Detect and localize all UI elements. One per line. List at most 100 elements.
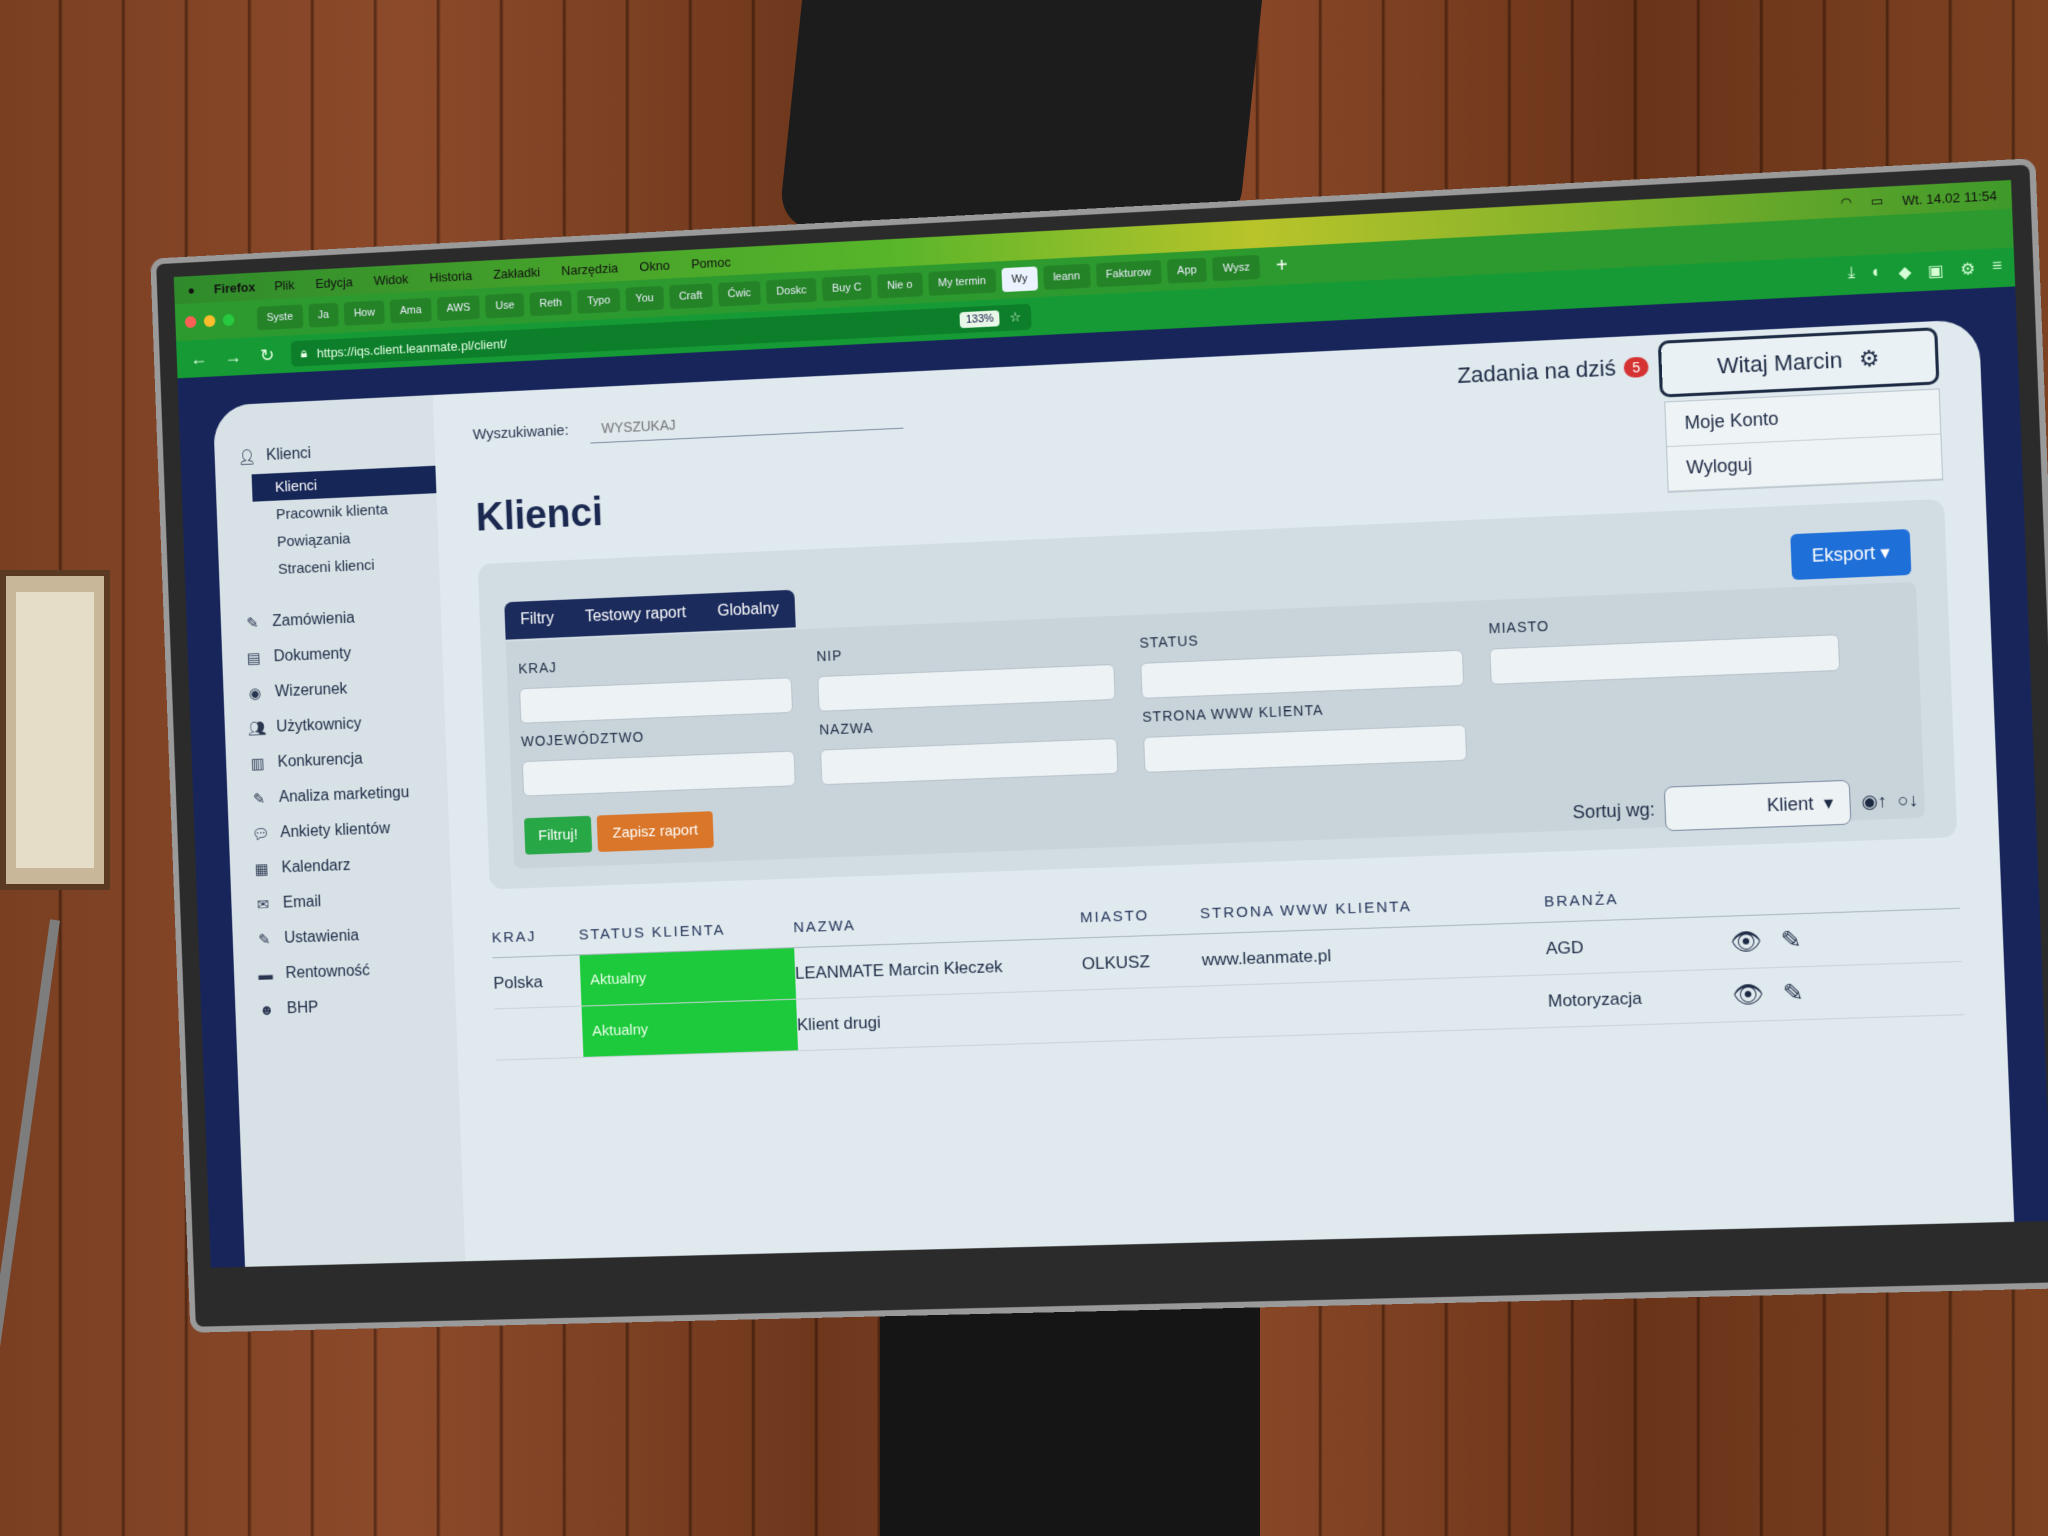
monitor-stand: [880, 1300, 1260, 1536]
sidebar: 👤︎ Klienci Klienci Pracownik klienta Pow…: [212, 395, 466, 1267]
browser-tab[interactable]: Ćwic: [717, 280, 762, 307]
browser-tab[interactable]: Nie o: [876, 272, 923, 299]
browser-tab[interactable]: Buy C: [821, 274, 872, 302]
edit-pencil-icon[interactable]: ✎: [1780, 925, 1802, 955]
column-header[interactable]: STATUS KLIENTA: [579, 919, 794, 944]
filter-strona-www-input[interactable]: [1143, 724, 1468, 773]
cell-www[interactable]: [1204, 1001, 1548, 1012]
browser-tab[interactable]: Ama: [389, 297, 432, 324]
extension-icon[interactable]: ◆: [1898, 262, 1912, 283]
menu-historia[interactable]: Historia: [429, 268, 472, 285]
column-header[interactable]: NAZWA: [793, 909, 1080, 936]
sort-select[interactable]: Klient ▾: [1664, 779, 1852, 832]
users-icon: 👥︎: [247, 720, 267, 738]
hamburger-menu-icon[interactable]: ≡: [1992, 257, 2003, 278]
eye-icon[interactable]: 👁︎: [1730, 927, 1763, 958]
download-icon[interactable]: ⤓: [1847, 265, 1855, 286]
filter-nip-input[interactable]: [817, 663, 1116, 712]
browser-tab[interactable]: You: [625, 285, 664, 312]
row-actions: 👁︎ ✎: [1730, 924, 1855, 958]
battery-icon[interactable]: ▭: [1870, 193, 1883, 210]
column-header[interactable]: KRAJ: [491, 927, 579, 946]
clock[interactable]: Wt. 14.02 11:54: [1902, 187, 1997, 207]
edit-pencil-icon[interactable]: ✎: [1782, 978, 1804, 1008]
browser-tab[interactable]: My termin: [927, 268, 997, 296]
monitor: ● Firefox Plik Edycja Widok Historia Zak…: [156, 164, 2048, 1327]
document-icon: ▤: [246, 650, 261, 668]
tab-testowy-raport[interactable]: Testowy raport: [569, 594, 703, 637]
filter-nazwa: NAZWA: [819, 710, 1119, 786]
column-header[interactable]: MIASTO: [1080, 905, 1201, 926]
sidebar-item-label: Rentowność: [285, 962, 371, 982]
zoom-window-button[interactable]: [222, 313, 235, 327]
browser-tab[interactable]: AWS: [436, 295, 481, 322]
column-header[interactable]: STRONA WWW KLIENTA: [1200, 893, 1545, 922]
menu-widok[interactable]: Widok: [373, 271, 408, 288]
extension-icon[interactable]: ▣: [1928, 260, 1945, 281]
menu-narzedzia[interactable]: Narzędzia: [561, 260, 618, 278]
filter-kraj-input[interactable]: [519, 677, 794, 724]
tab-filtry[interactable]: Filtry: [504, 600, 570, 640]
window-controls: [184, 313, 235, 329]
user-menu-button[interactable]: Witaj Marcin ⚙: [1657, 327, 1940, 398]
column-header[interactable]: BRANŻA: [1544, 887, 1729, 911]
browser-tab[interactable]: leann: [1042, 263, 1091, 291]
lock-icon: 🔒︎: [300, 345, 308, 361]
export-button[interactable]: Eksport ▾: [1790, 528, 1912, 581]
menu-okno[interactable]: Okno: [639, 257, 670, 273]
apple-icon[interactable]: ●: [187, 282, 195, 297]
filter-status-input[interactable]: [1140, 649, 1465, 699]
sidebar-item-label: Analiza marketingu: [278, 784, 410, 806]
minimize-window-button[interactable]: [203, 314, 216, 328]
sidebar-item-label: Zamówienia: [272, 609, 356, 630]
sort-asc-radio[interactable]: ◉↑: [1861, 790, 1888, 812]
filter-button[interactable]: Filtruj!: [523, 815, 593, 855]
filter-wojewodztwo-input[interactable]: [521, 750, 796, 797]
forward-icon[interactable]: →: [222, 346, 244, 368]
save-report-button[interactable]: Zapisz raport: [596, 811, 715, 853]
extension-icon[interactable]: ⚙: [1960, 259, 1976, 280]
search-input[interactable]: [589, 399, 904, 444]
menu-plik[interactable]: Plik: [274, 277, 295, 293]
browser-tab[interactable]: How: [343, 300, 385, 326]
app-name[interactable]: Firefox: [214, 279, 256, 296]
monitor-mount: [777, 0, 1263, 230]
browser-tab[interactable]: Reth: [529, 290, 573, 317]
browser-tab[interactable]: Fakturow: [1095, 259, 1162, 288]
extension-icon[interactable]: ◐: [1871, 263, 1882, 284]
menu-edycja[interactable]: Edycja: [315, 274, 353, 291]
filter-strona-www: STRONA WWW KLIENTA: [1142, 696, 1468, 773]
browser-tab[interactable]: Use: [485, 293, 525, 319]
menu-zakladki[interactable]: Zakładki: [493, 264, 540, 281]
browser-tab[interactable]: Wysz: [1212, 254, 1261, 282]
sidebar-item-label: Kalendarz: [281, 857, 351, 877]
bookmark-star-icon[interactable]: ☆: [1009, 309, 1021, 326]
sidebar-item-label: Konkurencja: [277, 750, 364, 771]
filter-nazwa-input[interactable]: [820, 737, 1119, 786]
filter-label: WOJEWÓDZTWO: [520, 728, 645, 750]
browser-tab-active[interactable]: Wy: [1001, 266, 1038, 293]
wifi-icon[interactable]: ◠: [1840, 195, 1852, 212]
tab-globalny[interactable]: Globalny: [701, 590, 796, 632]
browser-tab[interactable]: Typo: [577, 288, 621, 314]
cell-www[interactable]: www.leanmate.pl: [1201, 938, 1546, 970]
zoom-level[interactable]: 133%: [959, 310, 1001, 329]
reload-icon[interactable]: ↻: [256, 344, 278, 366]
cell-status: Aktualny: [581, 999, 799, 1057]
browser-tab[interactable]: Syste: [256, 304, 303, 331]
chevron-down-icon: ▾: [1823, 792, 1834, 813]
browser-tab[interactable]: Doskc: [766, 277, 817, 305]
filter-miasto-input[interactable]: [1489, 634, 1841, 685]
screen: ● Firefox Plik Edycja Widok Historia Zak…: [173, 179, 2048, 1268]
new-tab-button[interactable]: +: [1265, 253, 1298, 278]
eye-icon[interactable]: 👁︎: [1732, 980, 1765, 1010]
sidebar-item-bhp[interactable]: ☻ BHP: [235, 986, 457, 1028]
browser-tab[interactable]: Ja: [307, 302, 339, 328]
sort-desc-radio[interactable]: ○↓: [1897, 789, 1919, 811]
gear-icon: ⚙: [1858, 345, 1880, 372]
close-window-button[interactable]: [184, 315, 197, 329]
browser-tab[interactable]: App: [1166, 257, 1208, 284]
browser-tab[interactable]: Craft: [668, 283, 713, 310]
back-icon[interactable]: ←: [188, 348, 210, 370]
menu-pomoc[interactable]: Pomoc: [691, 254, 731, 271]
